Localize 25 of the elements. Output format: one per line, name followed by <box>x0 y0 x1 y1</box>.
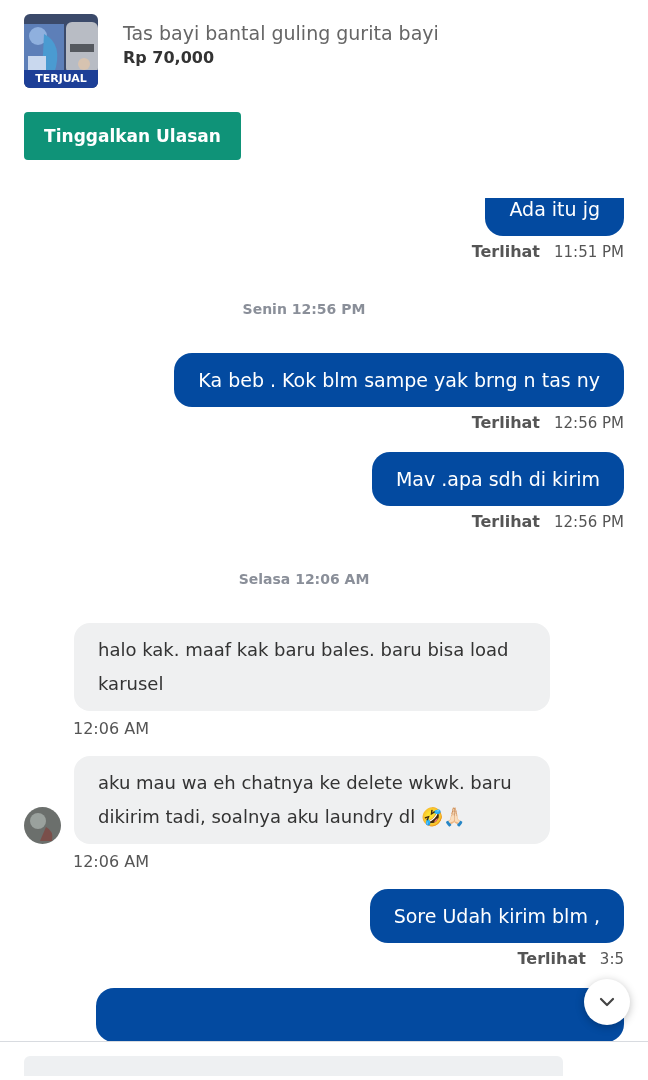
message-time: 12:06 AM <box>73 852 150 871</box>
read-status: Terlihat <box>471 413 540 432</box>
sent-message: Ka beb . Kok blm sampe yak brng n tas ny <box>174 353 624 407</box>
review-button[interactable]: Tinggalkan Ulasan <box>24 112 241 160</box>
date-separator: Selasa 12:06 AM <box>238 571 370 587</box>
sent-message: Sore Udah kirim blm , <box>369 889 624 943</box>
scroll-down-button[interactable] <box>584 979 630 1025</box>
chevron-down-icon <box>599 997 615 1007</box>
received-message: aku mau wa eh chatnya ke delete wkwk. baru dikirim tadi, soalnya aku laundry dl 🤣🙏🏻 <box>74 756 550 844</box>
sold-badge: TERJUAL <box>24 70 98 88</box>
avatar[interactable] <box>24 807 61 844</box>
message-time: 12:56 PM <box>554 414 624 432</box>
date-separator: Senin 12:56 PM <box>242 301 366 317</box>
sent-message: Mav .apa sdh di kirim <box>371 452 624 506</box>
sent-message: Ada itu jg <box>485 198 624 236</box>
product-title: Tas bayi bantal guling gurita bayi <box>123 22 439 44</box>
message-time: 12:06 AM <box>73 719 150 738</box>
message-time: 3:5 <box>599 950 624 968</box>
read-status: Terlihat <box>517 949 586 968</box>
read-status: Terlihat <box>471 242 540 261</box>
received-message: halo kak. maaf kak baru bales. baru bisa load karusel <box>74 623 550 711</box>
message-time: 12:56 PM <box>554 513 624 531</box>
product-price: Rp 70,000 <box>123 48 216 67</box>
message-time: 11:51 PM <box>554 243 624 261</box>
read-status: Terlihat <box>471 512 540 531</box>
